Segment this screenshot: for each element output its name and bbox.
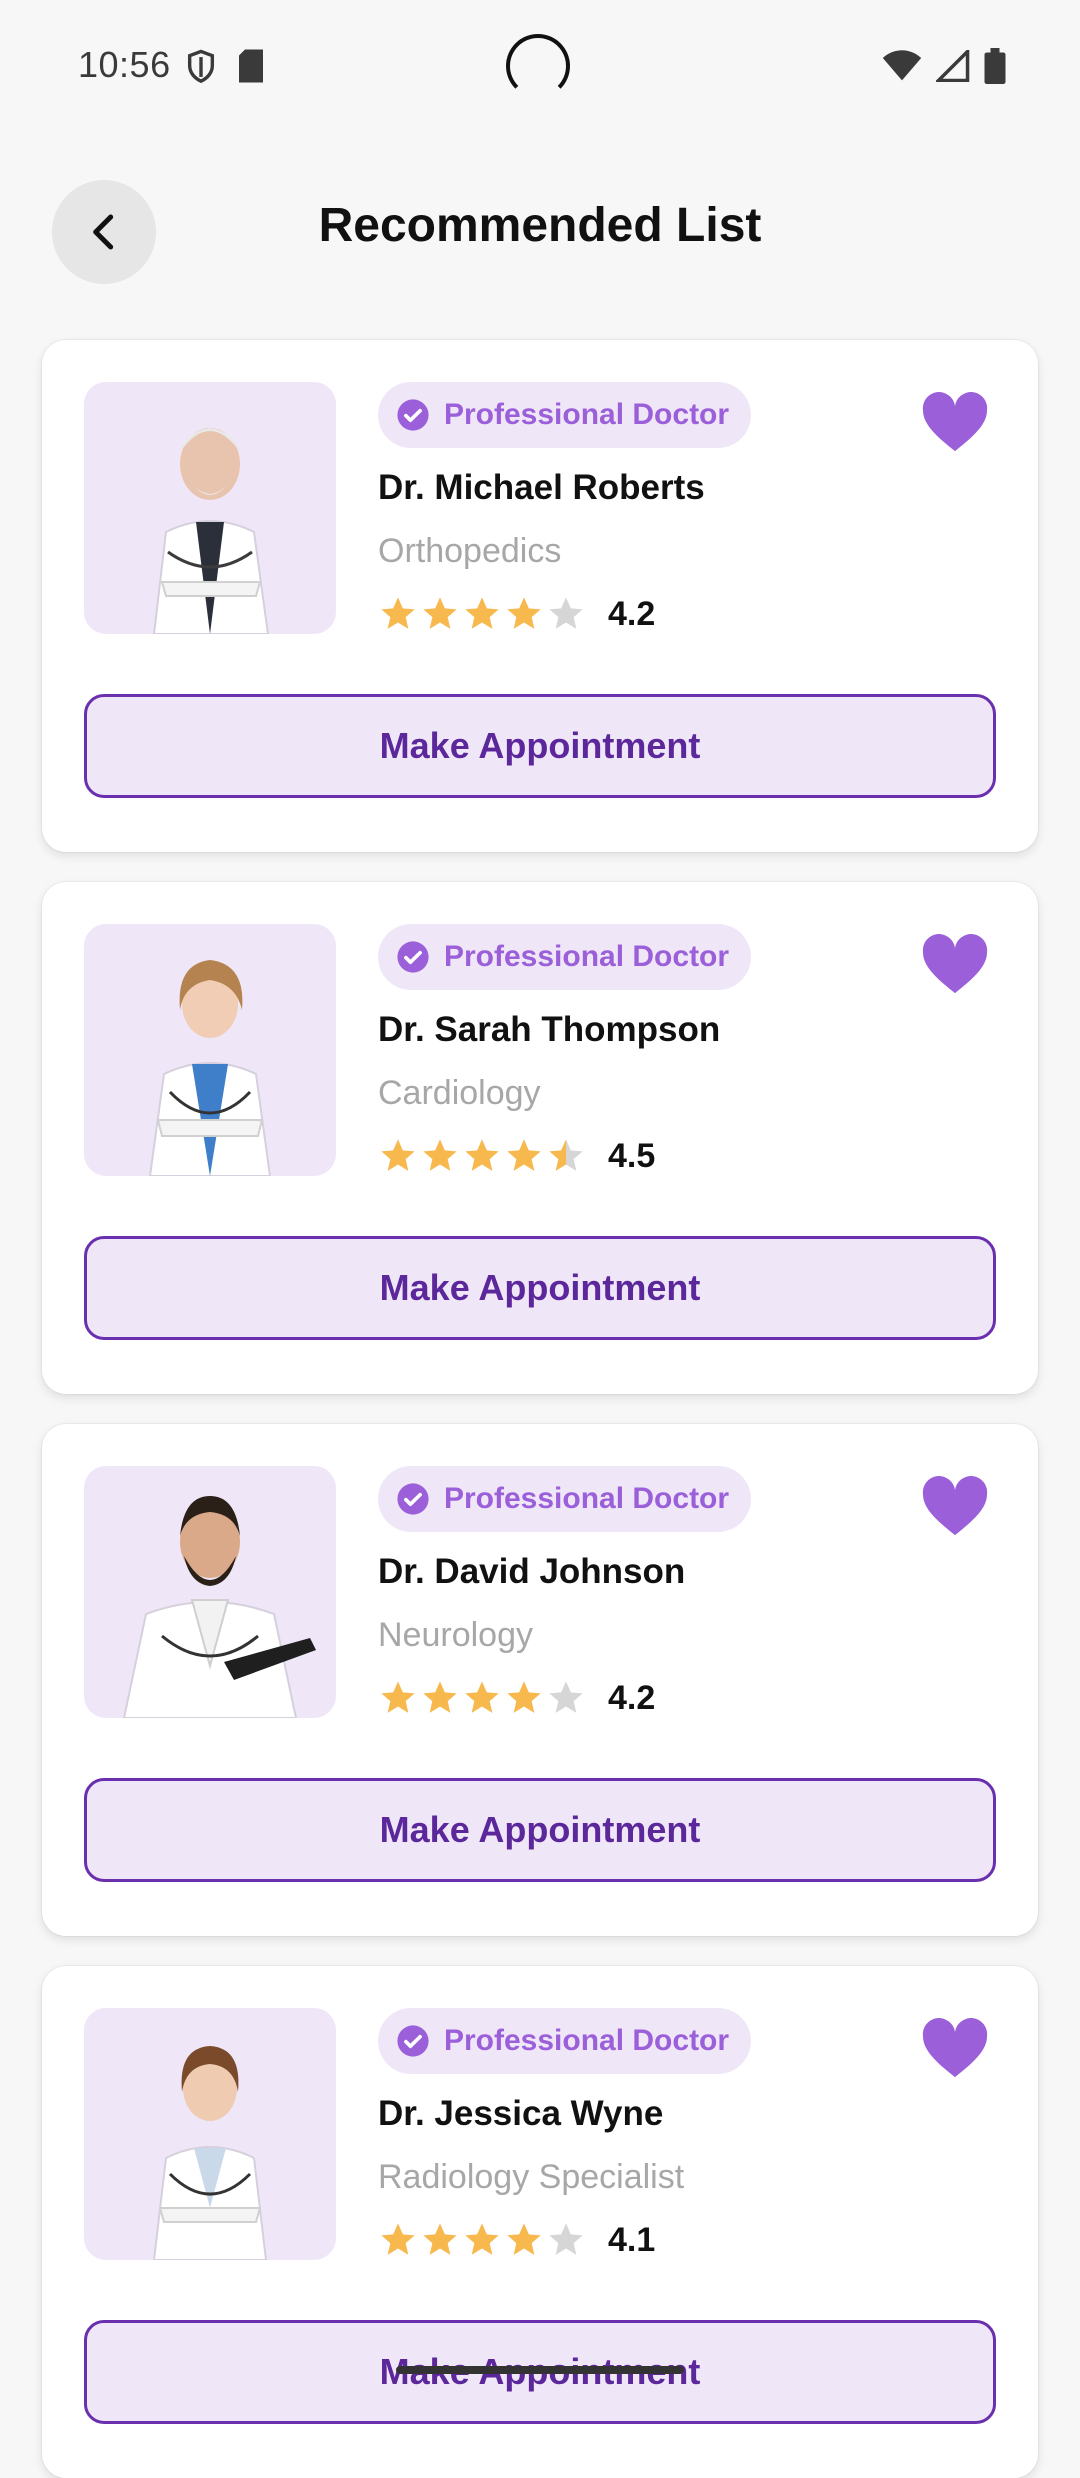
wifi-icon bbox=[882, 50, 922, 81]
rating-value: 4.5 bbox=[608, 1136, 656, 1175]
doctor-name: Dr. Jessica Wyne bbox=[378, 2094, 664, 2133]
favorite-button[interactable] bbox=[920, 1474, 990, 1538]
make-appointment-button[interactable]: Make Appointment bbox=[84, 694, 996, 798]
badge-label: Professional Doctor bbox=[444, 398, 730, 431]
doctor-specialty: Cardiology bbox=[378, 1074, 541, 1112]
rating-value: 4.2 bbox=[608, 1678, 656, 1717]
camera-cutout bbox=[506, 34, 570, 98]
star-icon bbox=[504, 1136, 544, 1176]
star-half-icon bbox=[546, 1136, 586, 1176]
star-empty-icon bbox=[546, 2220, 586, 2260]
status-icons-right bbox=[882, 48, 1006, 84]
rating: 4.2 bbox=[378, 1678, 655, 1718]
favorite-button[interactable] bbox=[920, 390, 990, 454]
star-empty-icon bbox=[546, 594, 586, 634]
star-icon bbox=[420, 2220, 460, 2260]
star-icon bbox=[378, 2220, 418, 2260]
doctor-photo bbox=[84, 924, 336, 1176]
badge-label: Professional Doctor bbox=[444, 1482, 730, 1515]
doctor-card: Professional Doctor Dr. David Johnson Ne… bbox=[42, 1424, 1038, 1936]
make-appointment-button[interactable]: Make Appointment bbox=[84, 1236, 996, 1340]
signal-icon bbox=[936, 50, 970, 82]
doctor-photo bbox=[84, 382, 336, 634]
battery-icon bbox=[984, 48, 1006, 84]
sd-card-icon bbox=[239, 49, 263, 83]
star-icon bbox=[378, 1136, 418, 1176]
verified-badge-icon bbox=[397, 1483, 429, 1515]
header: Recommended List bbox=[0, 176, 1080, 286]
star-icon bbox=[462, 594, 502, 634]
star-icon bbox=[462, 1136, 502, 1176]
verified-badge-icon bbox=[397, 399, 429, 431]
doctor-card: Professional Doctor Dr. Sarah Thompson C… bbox=[42, 882, 1038, 1394]
status-bar: 10:56 bbox=[0, 0, 1080, 136]
star-icon bbox=[420, 1678, 460, 1718]
verified-badge-icon bbox=[397, 2025, 429, 2057]
star-icon bbox=[504, 2220, 544, 2260]
rating-value: 4.1 bbox=[608, 2220, 656, 2259]
doctor-card: Professional Doctor Dr. Jessica Wyne Rad… bbox=[42, 1966, 1038, 2478]
status-time: 10:56 bbox=[78, 44, 171, 85]
star-icon bbox=[378, 594, 418, 634]
doctor-name: Dr. Michael Roberts bbox=[378, 468, 705, 507]
badge-label: Professional Doctor bbox=[444, 940, 730, 973]
heart-icon bbox=[922, 934, 988, 994]
rating-value: 4.2 bbox=[608, 594, 656, 633]
make-appointment-button[interactable]: Make Appointment bbox=[84, 1778, 996, 1882]
rating: 4.2 bbox=[378, 594, 655, 634]
star-empty-icon bbox=[546, 1678, 586, 1718]
doctor-photo bbox=[84, 2008, 336, 2260]
doctor-photo bbox=[84, 1466, 336, 1718]
doctor-name: Dr. Sarah Thompson bbox=[378, 1010, 721, 1049]
professional-badge: Professional Doctor bbox=[378, 924, 752, 990]
star-icon bbox=[420, 594, 460, 634]
rating: 4.5 bbox=[378, 1136, 655, 1176]
star-icon bbox=[504, 1678, 544, 1718]
professional-badge: Professional Doctor bbox=[378, 382, 752, 448]
badge-label: Professional Doctor bbox=[444, 2024, 730, 2057]
doctor-specialty: Orthopedics bbox=[378, 532, 562, 570]
doctor-specialty: Neurology bbox=[378, 1616, 533, 1654]
star-icon bbox=[462, 1678, 502, 1718]
star-icon bbox=[378, 1678, 418, 1718]
heart-icon bbox=[922, 392, 988, 452]
shield-icon bbox=[187, 49, 215, 84]
heart-icon bbox=[922, 2018, 988, 2078]
page-title: Recommended List bbox=[318, 199, 762, 252]
doctor-name: Dr. David Johnson bbox=[378, 1552, 686, 1591]
heart-icon bbox=[922, 1476, 988, 1536]
rating: 4.1 bbox=[378, 2220, 655, 2260]
favorite-button[interactable] bbox=[920, 932, 990, 996]
doctor-card: Professional Doctor Dr. Michael Roberts … bbox=[42, 340, 1038, 852]
professional-badge: Professional Doctor bbox=[378, 2008, 752, 2074]
star-icon bbox=[420, 1136, 460, 1176]
star-icon bbox=[504, 594, 544, 634]
verified-badge-icon bbox=[397, 941, 429, 973]
home-indicator[interactable] bbox=[396, 2366, 684, 2374]
doctor-specialty: Radiology Specialist bbox=[378, 2158, 685, 2196]
status-icons-left bbox=[184, 48, 266, 86]
star-icon bbox=[462, 2220, 502, 2260]
professional-badge: Professional Doctor bbox=[378, 1466, 752, 1532]
favorite-button[interactable] bbox=[920, 2016, 990, 2080]
